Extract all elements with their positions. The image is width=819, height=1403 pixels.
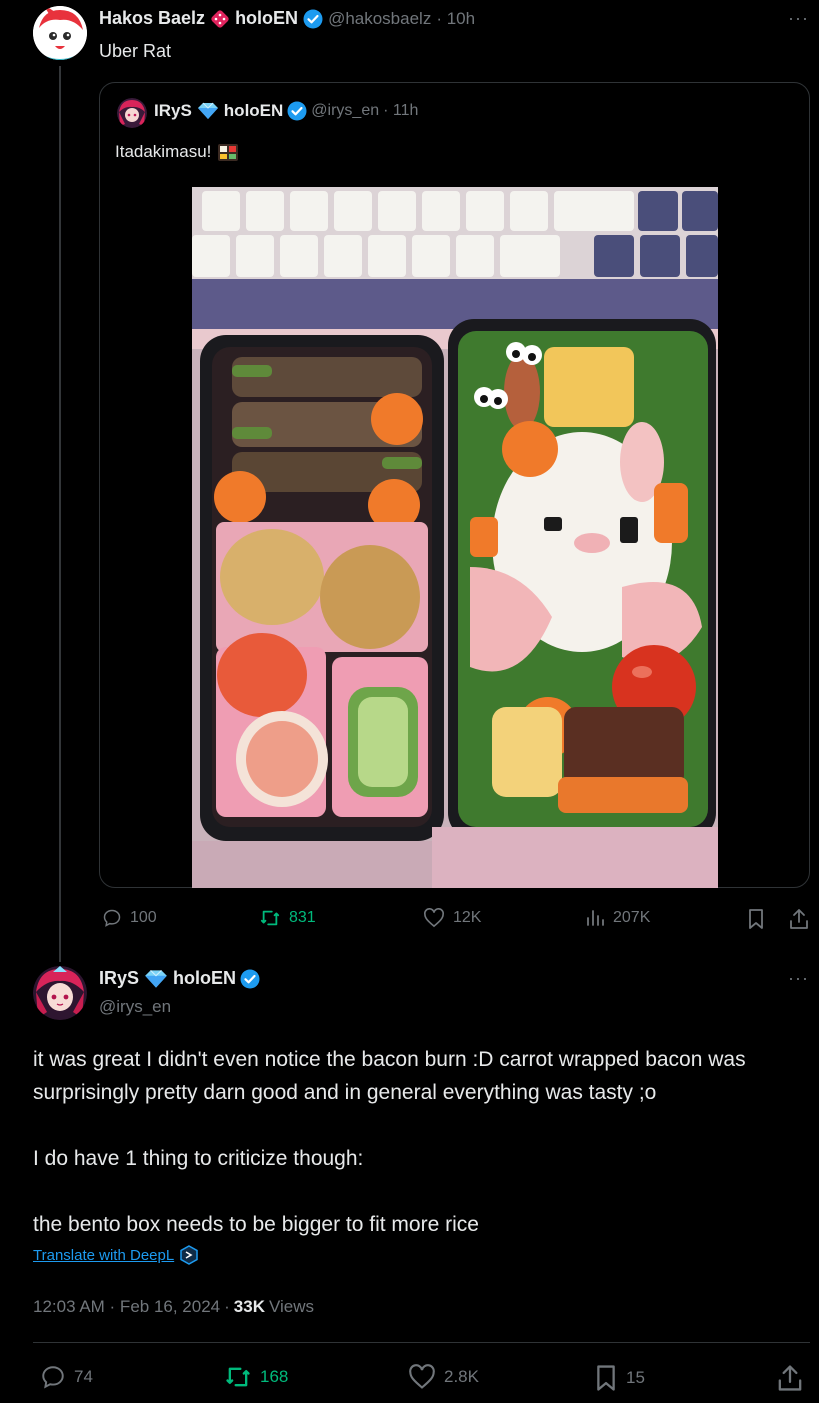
quoted-text: Itadakimasu! [115, 142, 212, 161]
quoted-time: · 11h [383, 102, 419, 119]
translate-row[interactable]: Translate with DeepL [33, 1245, 198, 1265]
main-paragraph: I do have 1 thing to criticize though: [33, 1147, 364, 1170]
verified-badge-icon[interactable] [303, 9, 323, 29]
reply-action-reply[interactable]: 100 [102, 908, 157, 928]
reply-count: 100 [130, 909, 157, 926]
bookmark-icon[interactable] [747, 908, 765, 930]
quoted-handle: @irys_en [311, 102, 380, 119]
reply-author-name[interactable]: Hakos Baelz [99, 8, 205, 29]
reply-count: 74 [74, 1367, 93, 1386]
irys-avatar[interactable] [33, 966, 87, 1020]
diamond-icon [143, 969, 169, 989]
reply-more-icon[interactable]: ··· [788, 8, 809, 29]
repost-icon [259, 908, 281, 928]
irys-avatar-small [117, 98, 147, 128]
reply-author-affiliation[interactable]: holoEN [235, 8, 298, 29]
main-action-reply[interactable]: 74 [40, 1364, 93, 1390]
reply-action-repost[interactable]: 831 [259, 908, 316, 928]
share-icon[interactable] [777, 1364, 803, 1392]
repost-count: 168 [260, 1367, 289, 1386]
views-count: 207K [613, 909, 651, 926]
reply-icon [40, 1364, 66, 1390]
reply-handle[interactable]: @hakosbaelz [328, 9, 431, 29]
main-more-icon[interactable]: ··· [788, 968, 809, 989]
thread-line [59, 66, 61, 962]
quoted-author-name: IRyS [154, 101, 192, 120]
views-label: Views [268, 1297, 315, 1316]
main-body: it was great I didn't even notice the ba… [33, 1043, 808, 1241]
like-count: 2.8K [444, 1367, 479, 1386]
main-handle[interactable]: @irys_en [99, 997, 171, 1017]
repost-count: 831 [289, 909, 316, 926]
main-paragraph: the bento box needs to be bigger to fit … [33, 1213, 479, 1236]
main-author-name[interactable]: IRyS [99, 968, 139, 989]
views-icon [585, 908, 605, 928]
main-author-affiliation[interactable]: holoEN [173, 968, 236, 989]
timestamp[interactable]: 12:03 AM · Feb 16, 2024 [33, 1297, 220, 1317]
bento-icon [217, 141, 239, 163]
reply-header: Hakos Baelz holoEN @hakosbaelz · 10h [99, 8, 475, 29]
timestamp-row: 12:03 AM · Feb 16, 2024 · 33K Views [33, 1297, 315, 1317]
verified-badge-icon [287, 101, 307, 121]
diamond-icon [196, 102, 220, 120]
reply-time[interactable]: · 10h [436, 9, 475, 29]
main-action-like[interactable]: 2.8K [408, 1364, 479, 1390]
dice-icon [210, 9, 230, 29]
deepl-icon [180, 1245, 198, 1265]
share-icon[interactable] [789, 908, 809, 930]
heart-icon [423, 908, 445, 928]
reply-action-like[interactable]: 12K [423, 908, 481, 928]
verified-badge-icon[interactable] [240, 969, 260, 989]
main-header: IRyS holoEN [99, 968, 260, 989]
divider [33, 1342, 810, 1343]
quoted-author-affiliation: holoEN [223, 101, 284, 120]
quoted-text-row: Itadakimasu! [115, 141, 239, 163]
views-total: 33K [233, 1297, 265, 1316]
translate-link[interactable]: Translate with DeepL [33, 1247, 174, 1264]
main-action-bookmark[interactable]: 15 [594, 1364, 645, 1392]
like-count: 12K [453, 909, 482, 926]
bookmark-count: 15 [626, 1368, 645, 1387]
bento-photo[interactable] [192, 187, 718, 888]
repost-icon [224, 1364, 252, 1390]
reply-icon [102, 908, 122, 928]
main-action-repost[interactable]: 168 [224, 1364, 288, 1390]
reply-action-views[interactable]: 207K [585, 908, 650, 928]
reply-text: Uber Rat [99, 41, 172, 61]
quoted-header: IRyS holoEN @irys_en · 11h [154, 101, 418, 121]
main-paragraph: it was great I didn't even notice the ba… [33, 1048, 746, 1104]
hakos-avatar[interactable] [33, 6, 87, 60]
bookmark-icon [594, 1364, 618, 1392]
heart-icon [408, 1364, 436, 1390]
